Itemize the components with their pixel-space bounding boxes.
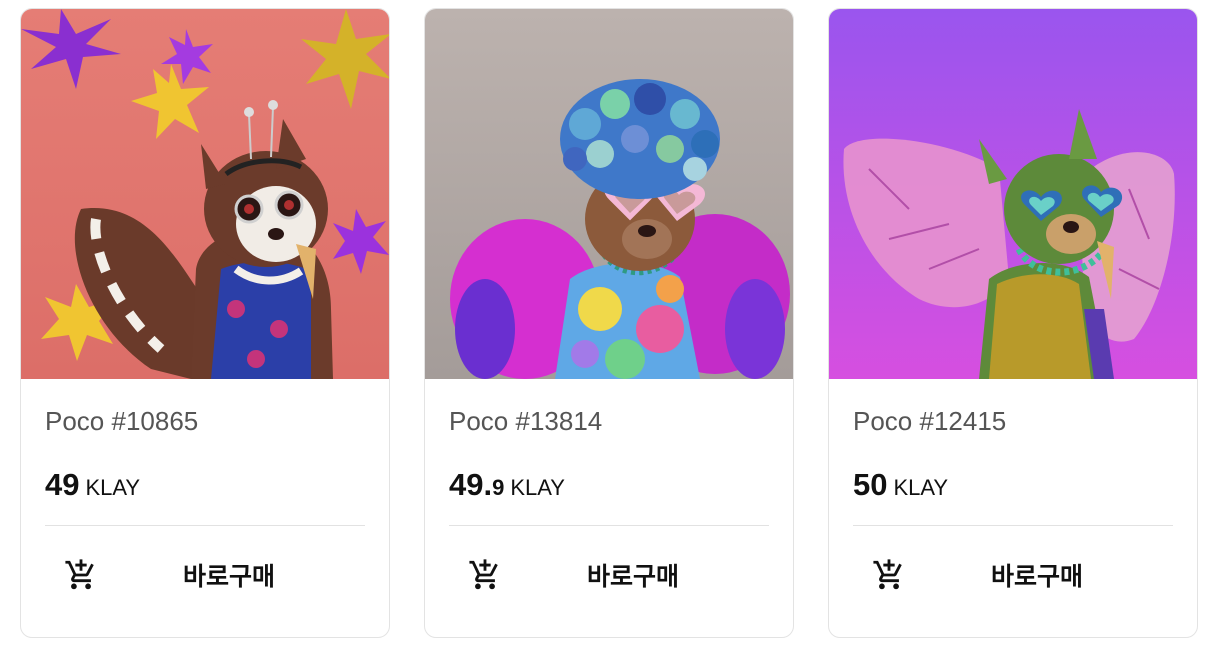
card-actions: 바로구매 [45, 526, 365, 624]
buy-now-button[interactable]: 바로구매 [925, 557, 1173, 593]
buy-now-button[interactable]: 바로구매 [521, 557, 769, 593]
nft-image[interactable] [425, 9, 793, 379]
bear-artwork [425, 9, 793, 379]
nft-name: Poco #10865 [45, 406, 199, 436]
price-value: 49 [45, 467, 80, 502]
price-value: 49. [449, 467, 493, 502]
price-unit: KLAY [85, 475, 141, 500]
fairy-artwork [829, 9, 1197, 379]
nft-name: Poco #12415 [853, 406, 1007, 436]
nft-card[interactable]: Poco #13814 49.9 KLAY 바로구매 [424, 8, 794, 638]
price-unit: KLAY [510, 475, 565, 500]
price-value: 50 [853, 467, 888, 502]
add-to-cart-button[interactable] [853, 545, 925, 605]
nft-price: 50 KLAY [853, 467, 1173, 503]
cart-icon [469, 559, 498, 590]
price-decimal: 9 [492, 475, 505, 500]
nft-card[interactable]: Poco #12415 50 KLAY 바로구매 [828, 8, 1198, 638]
nft-image[interactable] [21, 9, 389, 379]
add-to-cart-button[interactable] [449, 545, 521, 605]
card-actions: 바로구매 [853, 526, 1173, 624]
squirrel-artwork [21, 9, 389, 379]
cart-icon [65, 559, 94, 590]
card-actions: 바로구매 [449, 526, 769, 624]
nft-card-grid: Poco #10865 49 KLAY 바로구매 Poco #13814 49.… [20, 8, 1198, 638]
buy-now-button[interactable]: 바로구매 [117, 557, 365, 593]
price-unit: KLAY [893, 475, 949, 500]
nft-card[interactable]: Poco #10865 49 KLAY 바로구매 [20, 8, 390, 638]
nft-price: 49.9 KLAY [449, 467, 769, 503]
nft-name: Poco #13814 [449, 406, 603, 436]
cart-icon [873, 559, 902, 590]
add-to-cart-button[interactable] [45, 545, 117, 605]
nft-image[interactable] [829, 9, 1197, 379]
nft-price: 49 KLAY [45, 467, 365, 503]
